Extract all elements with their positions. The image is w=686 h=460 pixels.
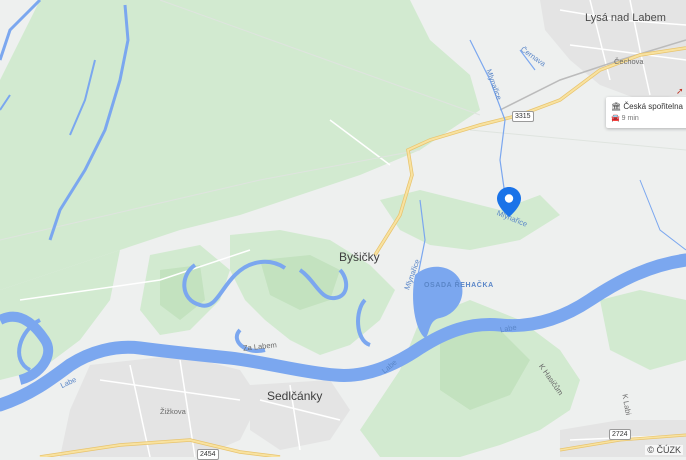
bank-icon: 🏛 <box>611 102 622 111</box>
direction-arrow-icon: ➚ <box>676 86 684 96</box>
info-card-title-row: 🏛 Česká spořitelna <box>611 102 683 111</box>
place-label-lysa[interactable]: Lysá nad Labem <box>585 12 666 24</box>
street-label-zizkova: Žižkova <box>160 407 186 416</box>
place-label-bysicky[interactable]: Byšičky <box>339 250 380 264</box>
place-label-sedlcanky[interactable]: Sedlčánky <box>267 389 322 403</box>
street-label-cechova: Čechova <box>614 57 644 66</box>
destination-info-card[interactable]: 🏛 Česká spořitelna 🚘 9 min <box>606 97 686 128</box>
road-shield-2724: 2724 <box>609 429 631 440</box>
road-shield-2454: 2454 <box>197 449 219 460</box>
car-icon: 🚘 <box>611 115 620 122</box>
water-label-pond: OSADA ŘEHAČKA <box>424 282 494 289</box>
info-card-duration: 9 min <box>621 115 639 122</box>
road-shield-3315: 3315 <box>512 111 534 122</box>
map-copyright: © ČÚZK <box>645 445 683 455</box>
info-card-duration-row: 🚘 9 min <box>611 114 639 122</box>
location-pin-icon[interactable] <box>497 187 521 217</box>
info-card-title: Česká spořitelna <box>623 102 683 111</box>
map-canvas[interactable] <box>0 0 686 457</box>
